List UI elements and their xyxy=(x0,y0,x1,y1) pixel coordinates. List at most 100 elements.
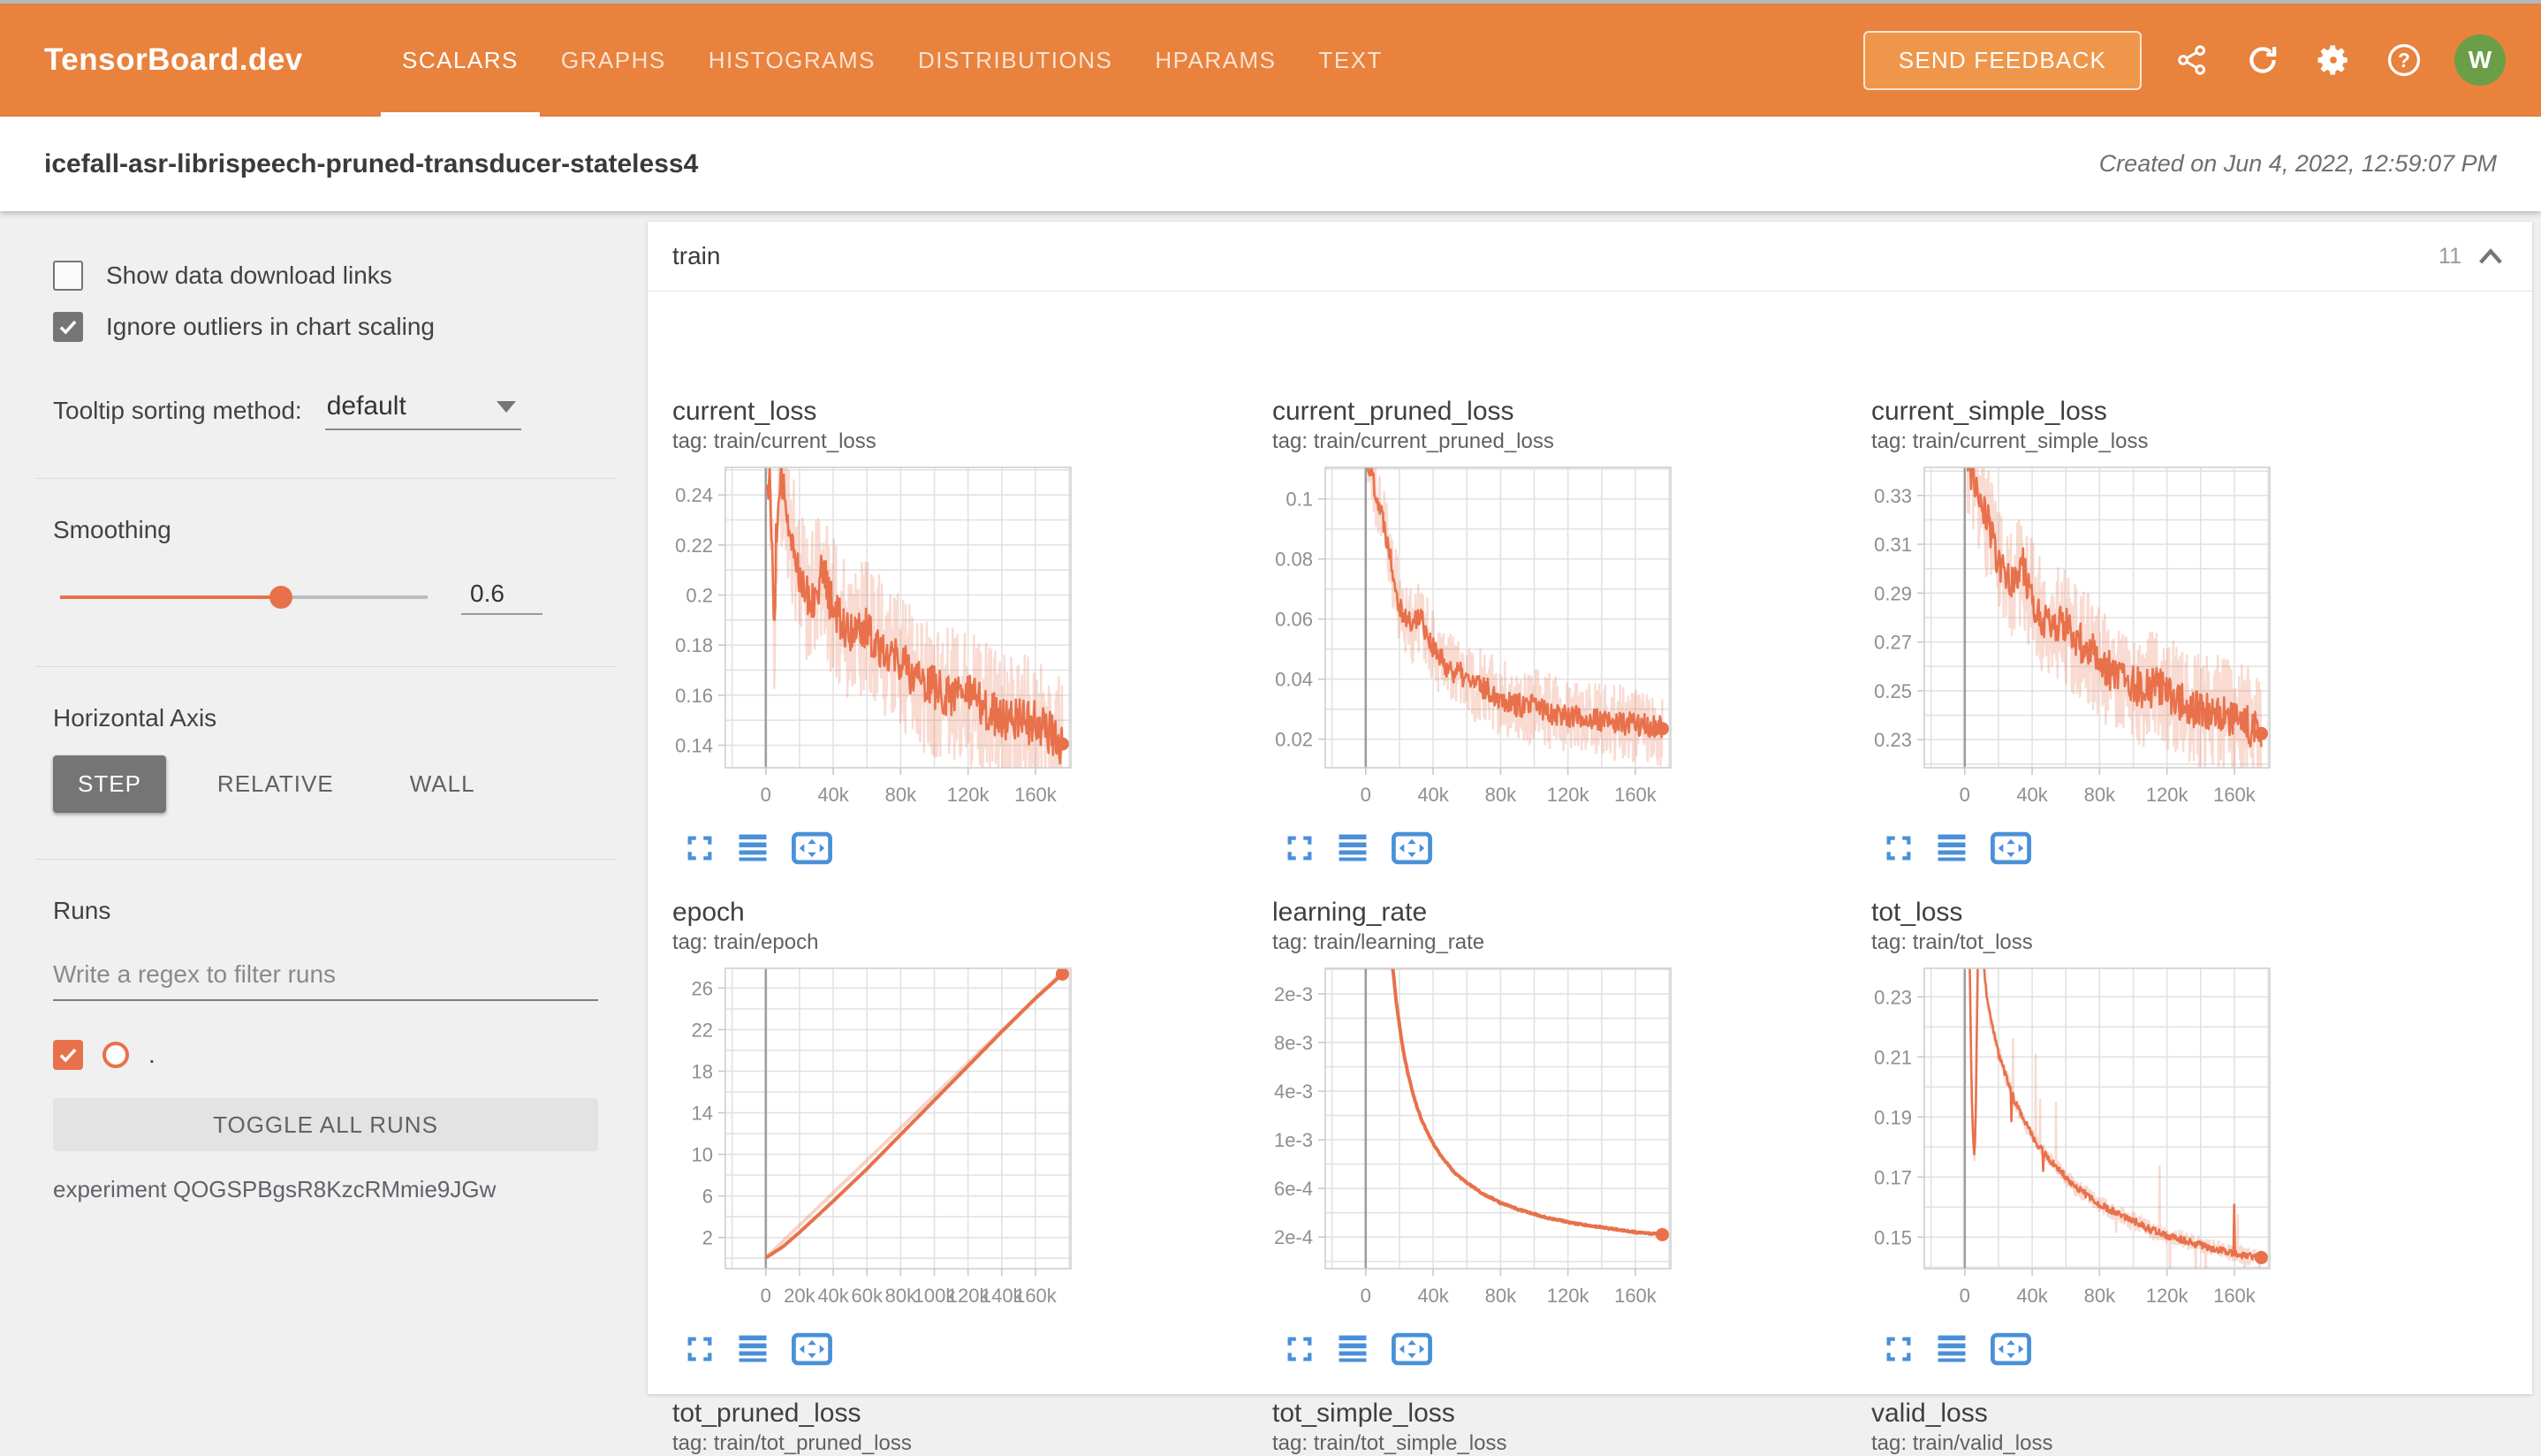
axis-option-step[interactable]: STEP xyxy=(53,755,166,813)
tab-distributions[interactable]: DISTRIBUTIONS xyxy=(897,4,1134,117)
chart-plot[interactable]: 0.150.170.190.210.23040k80k120k160k xyxy=(1871,959,2295,1317)
show-download-links-label: Show data download links xyxy=(106,262,392,290)
fit-domain-icon[interactable] xyxy=(791,831,833,865)
ignore-outliers-row[interactable]: Ignore outliers in chart scaling xyxy=(53,312,598,342)
divider xyxy=(35,859,616,860)
slider-thumb[interactable] xyxy=(269,586,292,609)
svg-text:14: 14 xyxy=(692,1103,713,1125)
svg-text:0.16: 0.16 xyxy=(675,685,713,707)
list-icon[interactable] xyxy=(736,1334,770,1364)
section-title: train xyxy=(672,242,720,270)
svg-text:22: 22 xyxy=(692,1019,713,1041)
svg-text:0: 0 xyxy=(1361,784,1371,806)
fit-domain-icon[interactable] xyxy=(1990,1332,2032,1366)
show-download-links-row[interactable]: Show data download links xyxy=(53,261,598,291)
fullscreen-icon[interactable] xyxy=(1884,833,1914,863)
chart-tag-current-simple-loss: tag: train/current_simple_loss xyxy=(1871,429,2148,454)
share-icon[interactable] xyxy=(2172,40,2212,80)
svg-text:80k: 80k xyxy=(1485,784,1517,806)
smoothing-value[interactable]: 0.6 xyxy=(461,580,542,615)
train-section-card: train 11 current_losstag: train/current_… xyxy=(648,222,2532,1394)
chart-plot[interactable]: 2e-46e-41e-31.4e-31.8e-32.2e-3040k80k120… xyxy=(1272,959,1696,1317)
chart-plot[interactable]: 261014182226020k40k60k80k100k120k140k160… xyxy=(672,959,1096,1317)
axis-option-wall[interactable]: WALL xyxy=(385,755,500,813)
axis-option-relative[interactable]: RELATIVE xyxy=(193,755,359,813)
help-icon[interactable]: ? xyxy=(2384,40,2424,80)
tab-histograms[interactable]: HISTOGRAMS xyxy=(687,4,897,117)
tooltip-sorting-select[interactable]: default xyxy=(325,391,521,430)
runs-filter-input[interactable]: Write a regex to filter runs xyxy=(53,960,598,1001)
svg-text:0.04: 0.04 xyxy=(1275,669,1313,691)
svg-text:120k: 120k xyxy=(947,784,990,806)
svg-text:0.2: 0.2 xyxy=(686,585,713,607)
chevron-up-icon[interactable] xyxy=(2476,245,2506,268)
svg-text:160k: 160k xyxy=(1014,1285,1058,1307)
fit-domain-icon[interactable] xyxy=(791,1332,833,1366)
chart-current-pruned-loss: 0.020.040.060.080.1040k80k120k160k xyxy=(1272,459,1696,821)
chart-tag-valid-loss: tag: train/valid_loss xyxy=(1871,1431,2052,1456)
send-feedback-button[interactable]: SEND FEEDBACK xyxy=(1863,31,2142,90)
train-section-header[interactable]: train 11 xyxy=(648,222,2532,292)
svg-text:2.2e-3: 2.2e-3 xyxy=(1272,983,1313,1005)
svg-text:0.24: 0.24 xyxy=(675,484,713,506)
svg-text:0.17: 0.17 xyxy=(1874,1166,1912,1188)
chart-toolbar-tot-loss xyxy=(1884,1332,2032,1366)
divider xyxy=(35,666,616,667)
nav-tabs: SCALARSGRAPHSHISTOGRAMSDISTRIBUTIONSHPAR… xyxy=(381,4,1404,117)
svg-text:60k: 60k xyxy=(851,1285,883,1307)
fullscreen-icon[interactable] xyxy=(685,1334,715,1364)
ignore-outliers-label: Ignore outliers in chart scaling xyxy=(106,313,435,341)
list-icon[interactable] xyxy=(736,833,770,863)
tab-hparams[interactable]: HPARAMS xyxy=(1134,4,1297,117)
svg-text:0: 0 xyxy=(761,784,771,806)
list-icon[interactable] xyxy=(1935,833,1968,863)
chart-tag-tot-pruned-loss: tag: train/tot_pruned_loss xyxy=(672,1431,912,1456)
fit-domain-icon[interactable] xyxy=(1391,1332,1433,1366)
svg-text:80k: 80k xyxy=(2084,1285,2116,1307)
chart-count-badge: 11 xyxy=(2439,244,2461,269)
fullscreen-icon[interactable] xyxy=(685,833,715,863)
svg-text:0.18: 0.18 xyxy=(675,634,713,656)
fit-domain-icon[interactable] xyxy=(1391,831,1433,865)
run-row[interactable]: . xyxy=(53,1040,598,1070)
fullscreen-icon[interactable] xyxy=(1285,833,1315,863)
chart-title-valid-loss: valid_loss xyxy=(1871,1399,1988,1429)
smoothing-slider[interactable] xyxy=(60,586,428,609)
list-icon[interactable] xyxy=(1336,1334,1369,1364)
svg-text:2: 2 xyxy=(702,1227,713,1249)
chart-plot[interactable]: 0.140.160.180.20.220.24040k80k120k160k xyxy=(672,459,1096,816)
list-icon[interactable] xyxy=(1935,1334,1968,1364)
show-download-links-checkbox[interactable] xyxy=(53,261,83,291)
app-logo: TensorBoard.dev xyxy=(44,42,303,78)
svg-text:6e-4: 6e-4 xyxy=(1274,1178,1313,1200)
svg-text:0.15: 0.15 xyxy=(1874,1226,1912,1248)
svg-text:160k: 160k xyxy=(1614,784,1657,806)
svg-text:120k: 120k xyxy=(2146,784,2189,806)
chart-plot[interactable]: 0.020.040.060.080.1040k80k120k160k xyxy=(1272,459,1696,816)
chart-plot[interactable]: 0.230.250.270.290.310.33040k80k120k160k xyxy=(1871,459,2295,816)
avatar[interactable]: W xyxy=(2454,34,2506,86)
toggle-all-runs-button[interactable]: TOGGLE ALL RUNS xyxy=(53,1098,598,1151)
chart-tag-epoch: tag: train/epoch xyxy=(672,930,818,955)
fit-domain-icon[interactable] xyxy=(1990,831,2032,865)
chart-toolbar-current-pruned-loss xyxy=(1285,831,1433,865)
svg-text:0.21: 0.21 xyxy=(1874,1046,1912,1068)
tab-text[interactable]: TEXT xyxy=(1297,4,1403,117)
fullscreen-icon[interactable] xyxy=(1884,1334,1914,1364)
svg-text:40k: 40k xyxy=(1417,784,1449,806)
svg-text:40k: 40k xyxy=(817,784,849,806)
tooltip-sorting-value: default xyxy=(327,391,406,421)
chart-title-epoch: epoch xyxy=(672,898,745,928)
divider xyxy=(35,478,616,479)
fullscreen-icon[interactable] xyxy=(1285,1334,1315,1364)
charts-grid: current_losstag: train/current_loss 0.14… xyxy=(648,292,2532,1393)
chevron-down-icon xyxy=(497,401,516,413)
tab-scalars[interactable]: SCALARS xyxy=(381,4,540,117)
refresh-icon[interactable] xyxy=(2242,40,2283,80)
tab-graphs[interactable]: GRAPHS xyxy=(540,4,687,117)
svg-text:120k: 120k xyxy=(1547,784,1590,806)
settings-icon[interactable] xyxy=(2313,40,2354,80)
list-icon[interactable] xyxy=(1336,833,1369,863)
run-checkbox[interactable] xyxy=(53,1040,83,1070)
ignore-outliers-checkbox[interactable] xyxy=(53,312,83,342)
